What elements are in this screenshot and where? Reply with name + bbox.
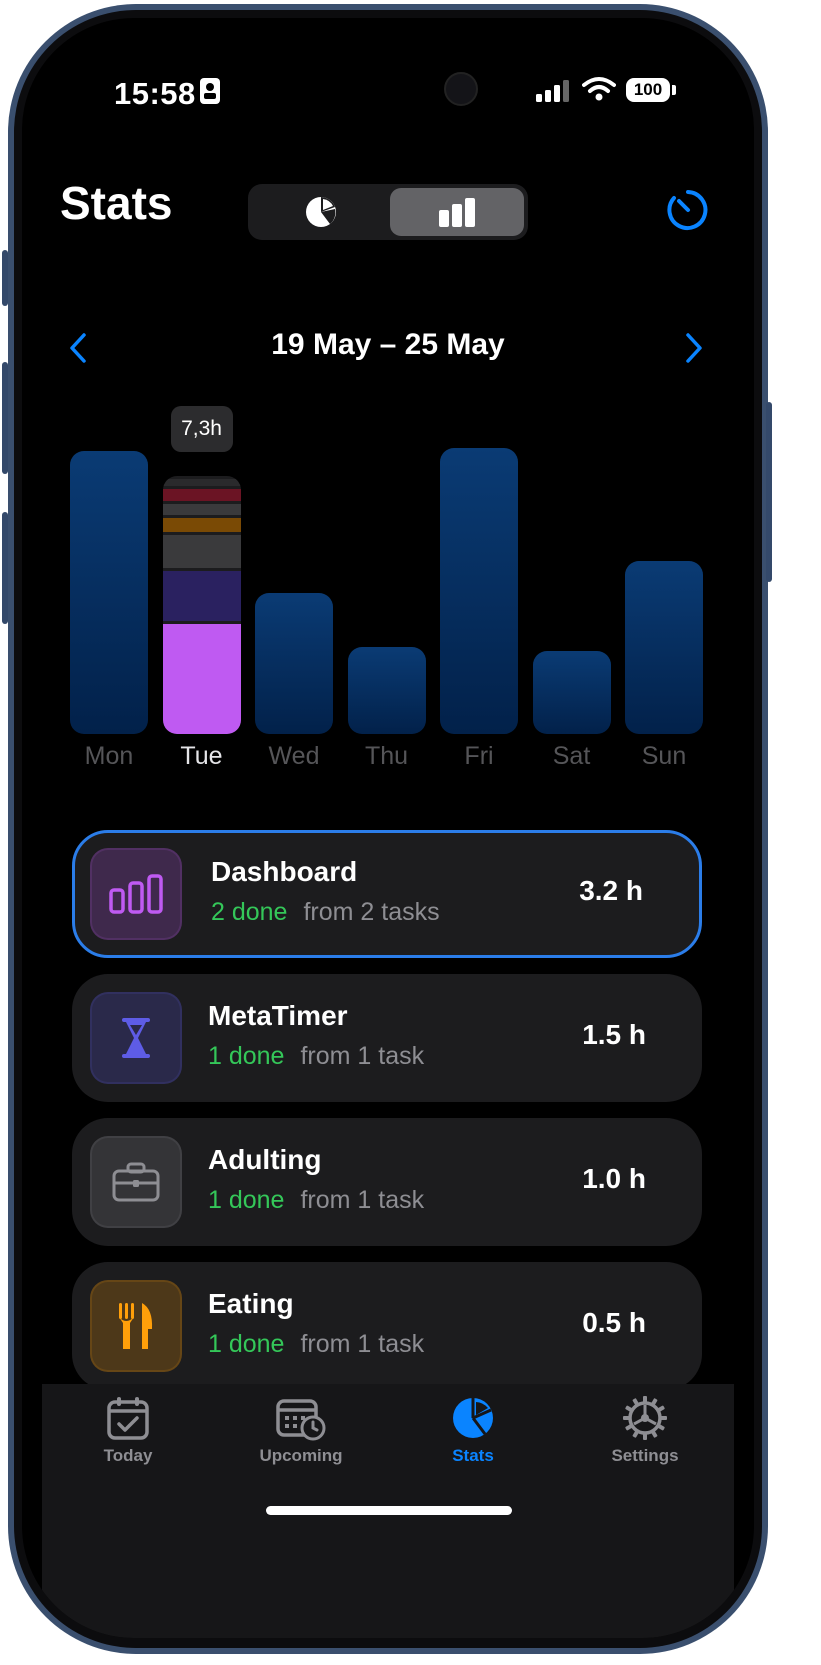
project-card-metatimer[interactable]: MetaTimer 1 done from 1 task 1.5 h: [72, 974, 702, 1102]
bar-segment: [162, 623, 241, 734]
bar-segment: [162, 478, 241, 487]
project-name: Dashboard: [211, 856, 358, 887]
gear-icon: [570, 1394, 720, 1442]
project-progress: 2 done from 2 tasks: [211, 898, 440, 927]
task-count: from 1 task: [300, 1042, 425, 1070]
day-label-wed: Wed: [268, 742, 320, 770]
fork-knife-icon: [90, 1280, 182, 1372]
project-name: Eating: [208, 1288, 294, 1319]
bar-segment: [162, 503, 241, 515]
bar-segment: [162, 570, 241, 621]
task-count: from 1 task: [300, 1186, 425, 1214]
day-label-mon: Mon: [84, 742, 134, 770]
done-count: 1 done: [208, 1186, 285, 1214]
bar-mon[interactable]: [70, 451, 148, 734]
tab-label: Today: [103, 1446, 153, 1465]
project-card-eating[interactable]: Eating 1 done from 1 task 0.5 h: [72, 1262, 702, 1390]
project-progress: 1 done from 1 task: [208, 1042, 424, 1071]
tab-label: Stats: [452, 1446, 494, 1465]
bar-sun[interactable]: [625, 560, 703, 734]
day-label-sun: Sun: [641, 742, 687, 770]
volume-down-button: [2, 512, 8, 624]
done-count: 2 done: [211, 898, 288, 926]
project-progress: 1 done from 1 task: [208, 1330, 424, 1359]
calendar-clock-icon: [226, 1394, 376, 1442]
bar-thu[interactable]: [347, 647, 426, 734]
bar-fri[interactable]: [440, 447, 518, 734]
day-label-tue: Tue: [180, 742, 223, 770]
bar-segment: [162, 489, 241, 501]
task-count: from 2 tasks: [303, 898, 440, 926]
tab-label: Upcoming: [259, 1446, 343, 1465]
briefcase-icon: [90, 1136, 182, 1228]
project-name: Adulting: [208, 1144, 322, 1175]
bar-segment: [162, 535, 241, 568]
tab-today[interactable]: Today: [53, 1394, 203, 1466]
day-label-sat: Sat: [552, 742, 591, 770]
screen: 15:58 100 Stats 19 May – 25 May Mon 7,3h…: [22, 18, 754, 1638]
day-label-fri: Fri: [464, 742, 494, 770]
weekly-bar-chart: Mon 7,3h Tue Wed Thu Fri Sat Sun: [22, 18, 754, 818]
project-hours: 3.2 h: [579, 875, 643, 906]
project-card-dashboard[interactable]: Dashboard 2 done from 2 tasks 3.2 h: [72, 830, 702, 958]
project-progress: 1 done from 1 task: [208, 1186, 424, 1215]
project-hours: 1.0 h: [582, 1163, 646, 1194]
volume-up-button: [2, 362, 8, 474]
tab-stats[interactable]: Stats: [398, 1394, 548, 1466]
task-count: from 1 task: [300, 1330, 425, 1358]
bar-chart-icon: [90, 848, 182, 940]
project-hours: 0.5 h: [582, 1307, 646, 1338]
project-hours: 1.5 h: [582, 1019, 646, 1050]
tab-upcoming[interactable]: Upcoming: [226, 1394, 376, 1466]
calendar-check-icon: [53, 1394, 203, 1442]
bar-tooltip: 7,3h: [170, 405, 233, 452]
pie-chart-icon: [398, 1394, 548, 1442]
project-card-adulting[interactable]: Adulting 1 done from 1 task 1.0 h: [72, 1118, 702, 1246]
bar-sat[interactable]: [532, 650, 611, 734]
day-label-thu: Thu: [364, 742, 409, 770]
bar-tue[interactable]: [162, 475, 241, 734]
project-name: MetaTimer: [208, 1000, 348, 1031]
done-count: 1 done: [208, 1042, 285, 1070]
action-button: [2, 250, 8, 306]
hourglass-icon: [90, 992, 182, 1084]
bar-wed[interactable]: [255, 592, 333, 734]
done-count: 1 done: [208, 1330, 285, 1358]
side-button: [766, 402, 772, 582]
bar-segment: [162, 517, 241, 533]
tab-label: Settings: [611, 1446, 679, 1465]
tab-settings[interactable]: Settings: [570, 1394, 720, 1466]
home-indicator: [266, 1506, 512, 1515]
